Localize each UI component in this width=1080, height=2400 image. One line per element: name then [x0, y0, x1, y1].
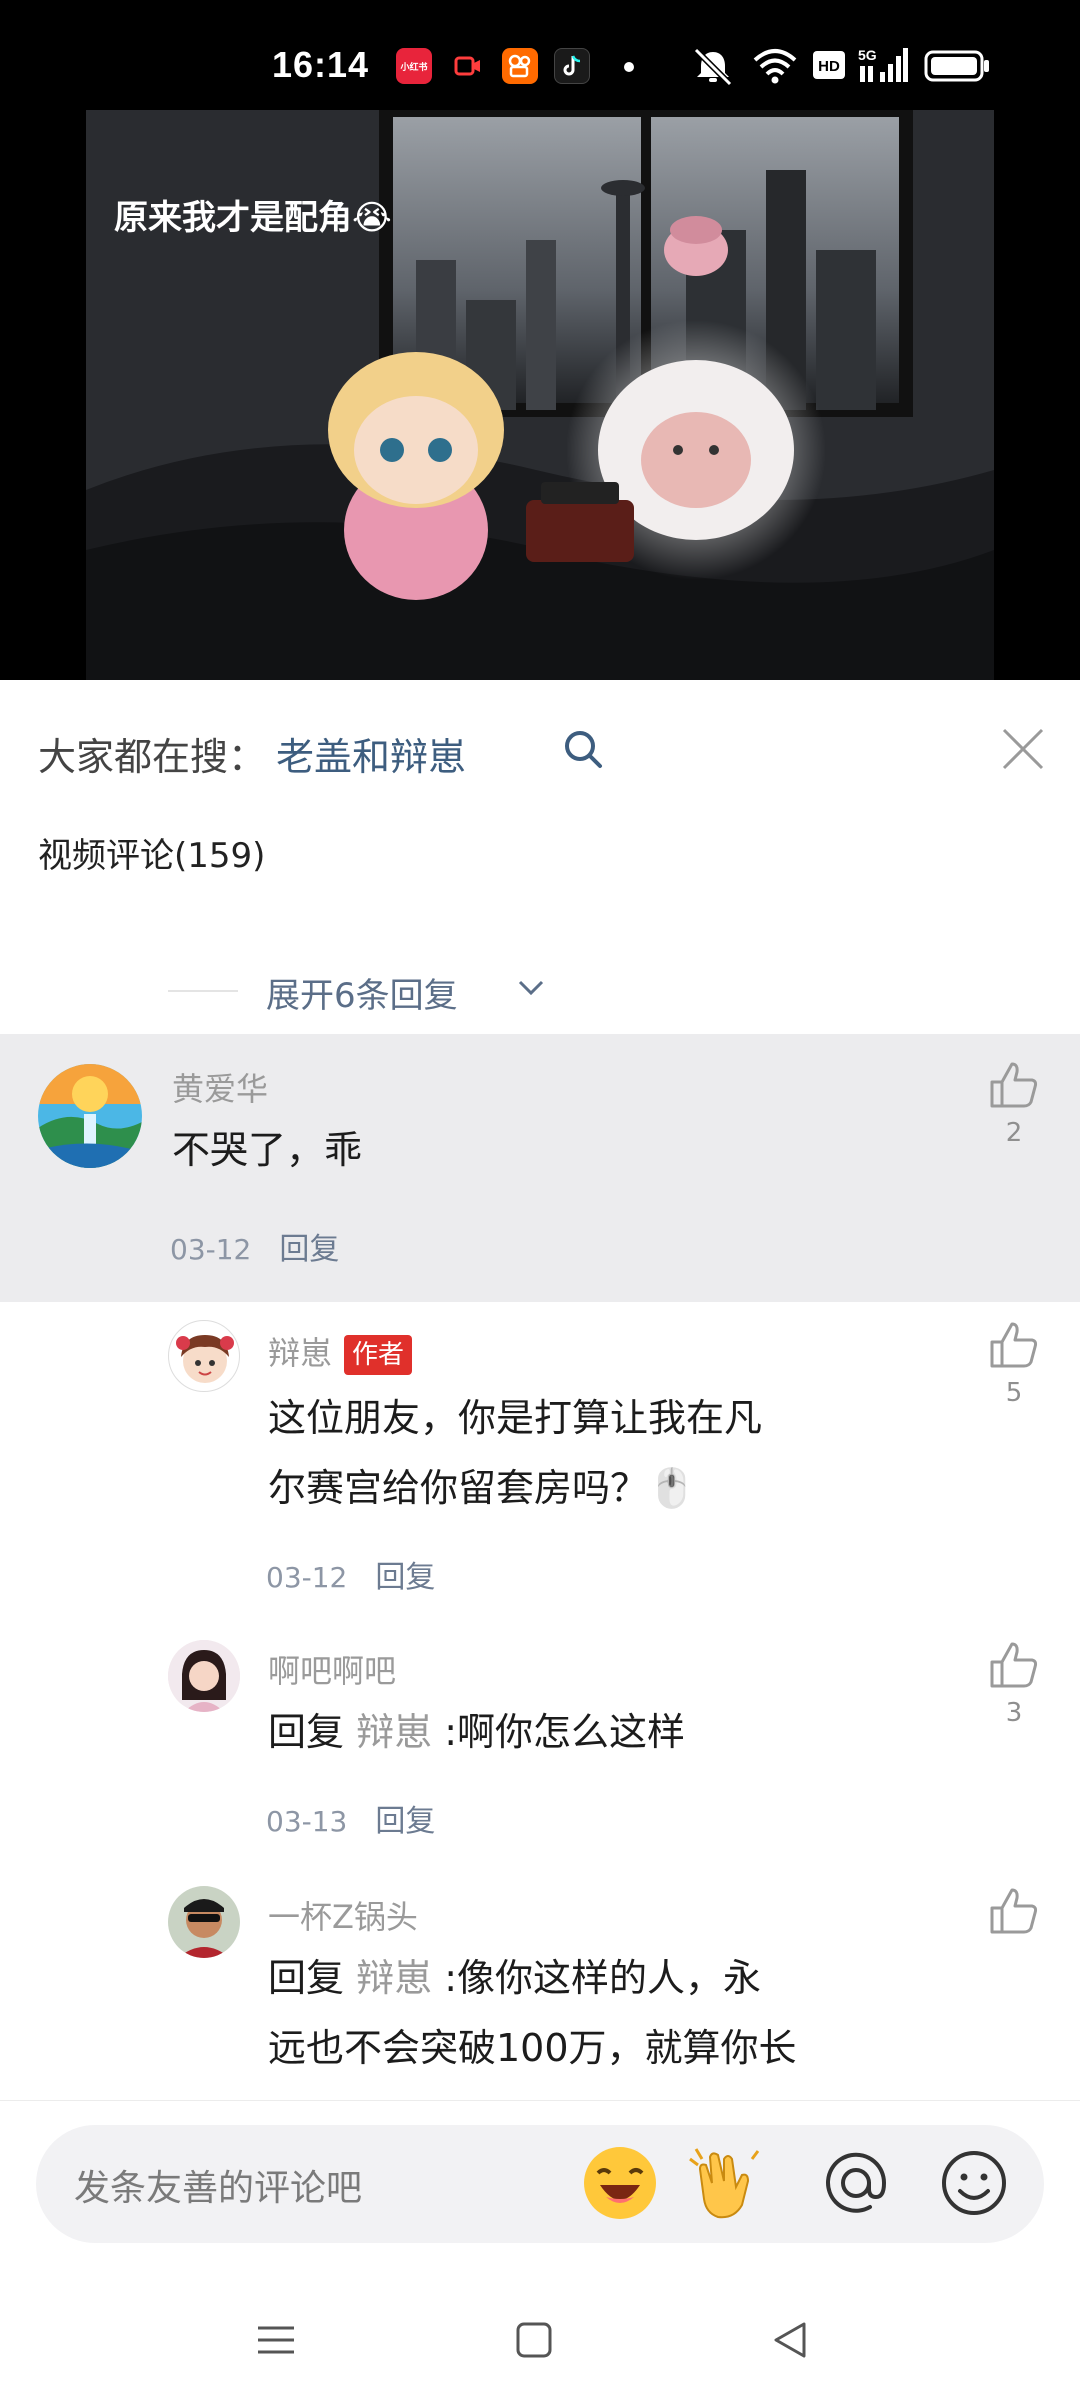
- author-badge: 作者: [344, 1335, 413, 1375]
- clapping-hands-icon: [689, 2148, 760, 2219]
- like-button[interactable]: 3: [984, 1640, 1044, 1728]
- status-bar: 16:14 小红书 HD 5G: [0, 0, 1080, 110]
- reply-button[interactable]: 回复: [279, 1232, 339, 1267]
- trending-search-keyword[interactable]: 老盖和辩崽: [276, 735, 466, 779]
- comment-item-highlighted[interactable]: 黄爱华 不哭了，乖 03-12 回复 2: [0, 1034, 1080, 1302]
- search-icon[interactable]: [562, 728, 604, 774]
- avatar[interactable]: [168, 1320, 240, 1392]
- wifi-icon: [752, 46, 798, 90]
- reply-button[interactable]: 回复: [375, 1804, 435, 1839]
- reply-prefix: 回复: [268, 1956, 345, 2000]
- reply-username[interactable]: 一杯Z锅头: [268, 1892, 418, 1938]
- laughing-emoji-icon: [584, 2147, 656, 2219]
- back-nav-button[interactable]: [768, 2318, 812, 2366]
- comment-count-title: 视频评论(159): [38, 836, 266, 876]
- like-count: 2: [1005, 1118, 1023, 1148]
- reply-date: 03-12: [266, 1561, 348, 1594]
- expand-divider: [168, 990, 238, 992]
- like-count: 3: [1005, 1698, 1023, 1728]
- reply-target[interactable]: 辩崽: [356, 1710, 432, 1754]
- trending-search[interactable]: 大家都在搜： 老盖和辩崽: [38, 726, 466, 781]
- reply-prefix: 回复: [268, 1710, 345, 1754]
- reply-body: :像你这样的人，永: [444, 1956, 762, 2000]
- like-button[interactable]: 2: [984, 1060, 1044, 1148]
- reply-target[interactable]: 辩崽: [356, 1956, 432, 2000]
- mention-button[interactable]: [816, 2143, 896, 2227]
- comment-input-field[interactable]: 发条友善的评论吧: [36, 2125, 1044, 2243]
- 5g-signal-icon: 5G: [858, 46, 908, 90]
- avatar[interactable]: [38, 1064, 142, 1168]
- video-player[interactable]: 原来我才是配角😭: [0, 110, 1080, 680]
- reply-username-text[interactable]: 辩崽: [268, 1334, 332, 1372]
- reply-body: :啊你怎么这样: [444, 1710, 686, 1754]
- battery-icon: [924, 50, 990, 86]
- video-caption: 原来我才是配角😭: [114, 198, 392, 238]
- video-app-icon: [450, 48, 486, 84]
- thumbs-up-icon: [990, 1322, 1038, 1368]
- reply-meta: 03-13 回复: [266, 1796, 435, 1840]
- hd-icon: HD: [812, 50, 846, 84]
- menu-icon: [258, 2326, 294, 2354]
- comment-date: 03-12: [170, 1233, 252, 1266]
- system-nav-bar: [0, 2280, 1080, 2400]
- notification-dot: [624, 62, 634, 72]
- square-home-icon: [516, 2322, 552, 2358]
- kuaishou-app-icon: [502, 48, 538, 84]
- xiaohongshu-app-icon: 小红书: [396, 48, 432, 84]
- comment-input-placeholder: 发条友善的评论吧: [74, 2168, 363, 2209]
- reply-meta: 03-12 回复: [266, 1552, 435, 1596]
- reply-text-line-2: 远也不会突破100万，就算你长: [268, 2026, 797, 2070]
- comment-username[interactable]: 黄爱华: [172, 1064, 268, 1110]
- reply-username[interactable]: 啊吧啊吧: [268, 1646, 396, 1692]
- at-sign-icon: [826, 2152, 887, 2213]
- comment-input-bar: 发条友善的评论吧: [0, 2100, 1080, 2243]
- reply-button[interactable]: 回复: [375, 1560, 435, 1595]
- like-button[interactable]: 5: [984, 1320, 1044, 1408]
- comment-text: 不哭了，乖: [172, 1128, 363, 1172]
- reply-text-line-1: 这位朋友，你是打算让我在凡: [268, 1396, 763, 1440]
- emoji-picker-button[interactable]: [934, 2143, 1014, 2227]
- reply-text-line-2: 尔赛宫给你留套房吗？🖱️: [268, 1466, 696, 1510]
- trending-search-prefix: 大家都在搜：: [38, 735, 267, 779]
- smile-icon: [942, 2151, 1006, 2215]
- svg-text:HD: HD: [818, 58, 840, 75]
- tiktok-app-icon: [554, 48, 590, 84]
- mute-icon: [690, 46, 736, 90]
- back-triangle-icon: [774, 2322, 806, 2358]
- thumbs-up-icon: [990, 1062, 1038, 1108]
- thumbs-up-icon: [990, 1642, 1038, 1688]
- reply-username: 辩崽 作者: [268, 1328, 413, 1375]
- reply-date: 03-13: [266, 1805, 348, 1838]
- reply-text: 回复 辩崽 :啊你怎么这样: [268, 1698, 685, 1766]
- expand-replies-button[interactable]: 展开6条回复: [0, 960, 1080, 1020]
- menu-nav-button[interactable]: [254, 2318, 298, 2366]
- home-nav-button[interactable]: [512, 2318, 556, 2366]
- like-count: 5: [1005, 1378, 1023, 1408]
- avatar[interactable]: [168, 1640, 240, 1712]
- laughing-emoji-button[interactable]: [576, 2139, 664, 2227]
- status-time: 16:14: [272, 44, 370, 85]
- like-button[interactable]: [984, 1886, 1044, 1940]
- expand-replies-label: 展开6条回复: [266, 976, 458, 1016]
- clapping-emoji-button[interactable]: [682, 2139, 770, 2227]
- reply-text-line-1: 回复 辩崽 :像你这样的人，永: [268, 1944, 761, 2012]
- close-icon[interactable]: [1000, 726, 1046, 776]
- comment-meta: 03-12 回复: [170, 1224, 339, 1268]
- svg-text:5G: 5G: [858, 47, 877, 63]
- chevron-down-icon: [516, 976, 546, 1002]
- avatar[interactable]: [168, 1886, 240, 1958]
- thumbs-up-icon: [990, 1888, 1038, 1934]
